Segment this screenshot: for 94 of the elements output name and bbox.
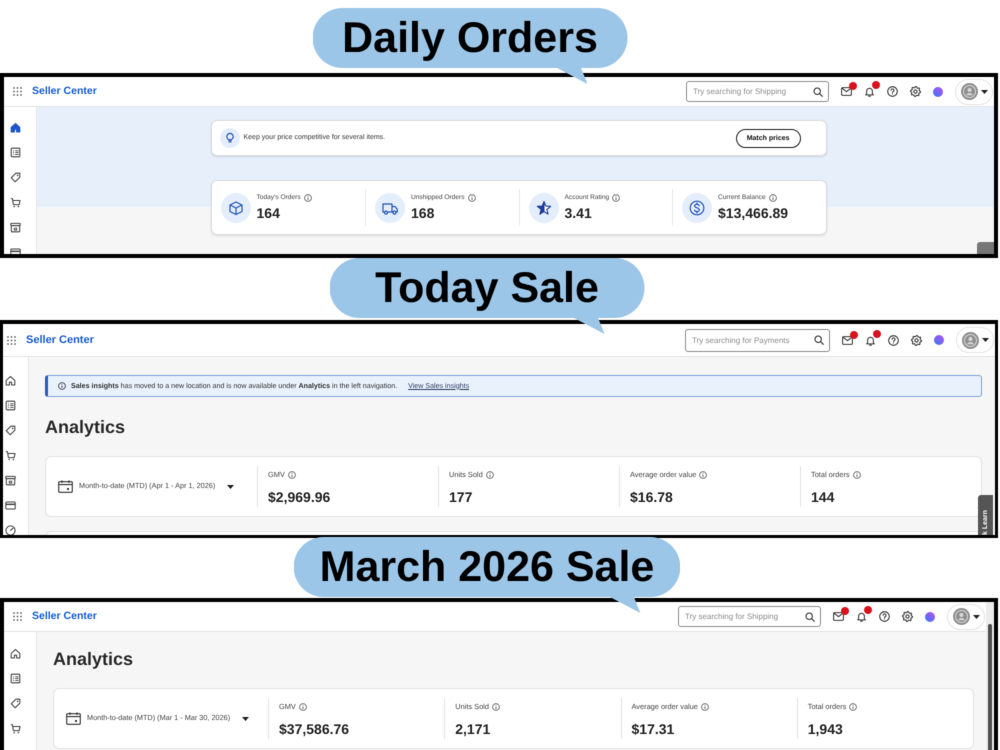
stat-value: 3.41 xyxy=(564,205,593,222)
info-icon[interactable] xyxy=(699,471,708,479)
help-icon[interactable] xyxy=(888,334,899,346)
scrollbar[interactable] xyxy=(986,602,994,750)
metric-value: 177 xyxy=(449,488,474,506)
tag-icon[interactable] xyxy=(5,425,16,436)
metric-value: $37,586.76 xyxy=(279,720,350,738)
settings-icon[interactable] xyxy=(902,611,913,622)
tag-icon[interactable] xyxy=(10,172,21,183)
page-heading: Analytics xyxy=(53,648,134,671)
info-icon[interactable] xyxy=(304,194,312,202)
info-icon[interactable] xyxy=(612,194,620,202)
caret-icon xyxy=(972,614,980,618)
home-icon[interactable] xyxy=(10,648,21,659)
list-icon[interactable] xyxy=(10,673,21,684)
settings-icon[interactable] xyxy=(910,86,921,97)
metric-value: 2,171 xyxy=(455,720,492,738)
brand-name[interactable]: Seller Center xyxy=(32,84,97,100)
package-icon[interactable] xyxy=(5,475,16,486)
settings-icon[interactable] xyxy=(911,334,922,346)
app-grid-icon[interactable] xyxy=(13,612,22,621)
help-icon[interactable] xyxy=(879,611,890,622)
info-icon[interactable] xyxy=(288,471,296,479)
info-icon[interactable] xyxy=(849,703,858,711)
home-icon[interactable] xyxy=(5,375,16,386)
calendar-icon xyxy=(66,712,81,725)
app-grid-icon[interactable] xyxy=(13,87,22,96)
caret-icon xyxy=(242,716,250,720)
notification-dot-icon xyxy=(850,330,858,338)
lightbulb-icon xyxy=(220,128,240,148)
mail-icon[interactable] xyxy=(842,336,853,344)
stat-value: 168 xyxy=(411,205,436,222)
list-icon[interactable] xyxy=(10,147,21,158)
card-icon[interactable] xyxy=(5,500,16,511)
info-icon[interactable] xyxy=(468,194,476,202)
help-icon[interactable] xyxy=(887,86,898,97)
search-field[interactable]: Try searching for Shipping xyxy=(678,606,821,627)
avatar-icon xyxy=(960,83,978,100)
info-icon[interactable] xyxy=(298,703,307,711)
metric-value: $17.31 xyxy=(632,720,676,738)
info-icon[interactable] xyxy=(492,703,500,711)
notification-dot-icon xyxy=(873,330,881,338)
app-grid-icon[interactable] xyxy=(7,336,16,344)
bell-icon[interactable] xyxy=(856,611,867,622)
page-heading: Analytics xyxy=(45,416,126,439)
mail-icon[interactable] xyxy=(841,87,852,96)
notification-dot-icon xyxy=(864,606,872,614)
cart-icon[interactable] xyxy=(10,723,21,734)
orb-icon[interactable] xyxy=(925,612,935,622)
tag-icon[interactable] xyxy=(10,698,21,709)
gauge-icon[interactable] xyxy=(5,525,16,535)
search-icon[interactable] xyxy=(814,335,824,345)
notification-dot-icon xyxy=(841,607,849,615)
list-icon[interactable] xyxy=(5,400,16,411)
info-icon[interactable] xyxy=(700,703,709,711)
orb-icon[interactable] xyxy=(934,335,944,345)
caret-icon xyxy=(980,90,988,94)
search-field[interactable]: Try searching for Shipping xyxy=(686,81,829,102)
dollar-icon xyxy=(682,192,712,222)
metric-value: $16.78 xyxy=(630,488,674,506)
info-icon[interactable] xyxy=(852,471,861,479)
search-icon[interactable] xyxy=(813,86,823,96)
search-field[interactable]: Try searching for Payments xyxy=(685,328,830,352)
bell-icon[interactable] xyxy=(865,334,876,346)
brand-name[interactable]: Seller Center xyxy=(26,332,94,348)
avatar-icon xyxy=(962,332,978,348)
metric-value: 1,943 xyxy=(808,720,844,738)
stat-value: 164 xyxy=(256,205,281,222)
notification-dot-icon xyxy=(849,82,857,90)
stat-value: $13,466.89 xyxy=(718,205,788,222)
account-menu-button[interactable] xyxy=(947,604,985,630)
account-menu-button[interactable] xyxy=(956,327,994,353)
cube-icon xyxy=(220,192,250,222)
info-icon[interactable] xyxy=(486,471,494,479)
brand-name[interactable]: Seller Center xyxy=(32,608,97,624)
truck-icon xyxy=(375,192,405,222)
notification-dot-icon xyxy=(872,81,880,89)
cart-icon[interactable] xyxy=(10,197,21,208)
metric-value: $2,969.96 xyxy=(268,488,332,506)
package-icon[interactable] xyxy=(10,222,21,233)
info-icon xyxy=(58,382,66,390)
home-icon[interactable] xyxy=(10,122,21,133)
search-icon[interactable] xyxy=(805,612,815,622)
metric-value: 144 xyxy=(811,488,836,506)
info-icon[interactable] xyxy=(768,194,777,202)
orb-icon[interactable] xyxy=(933,86,943,96)
account-menu-button[interactable] xyxy=(955,78,993,104)
cart-icon[interactable] xyxy=(5,450,16,461)
avatar-icon xyxy=(952,608,970,625)
caret-icon xyxy=(982,338,988,342)
caret-icon xyxy=(227,484,234,488)
bell-icon[interactable] xyxy=(864,86,875,97)
calendar-icon xyxy=(58,480,73,493)
mail-icon[interactable] xyxy=(833,612,844,621)
